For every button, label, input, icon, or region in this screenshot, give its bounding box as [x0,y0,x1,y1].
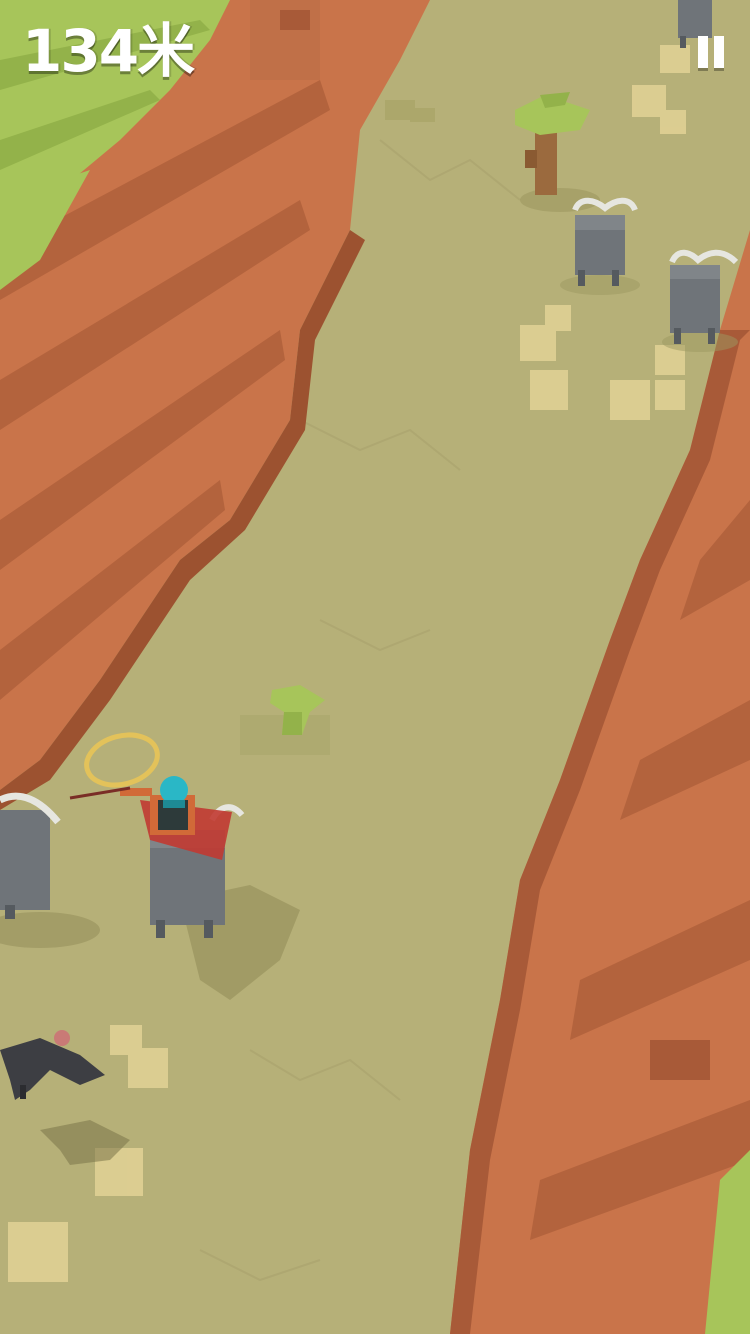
pause-button[interactable] [688,30,734,76]
distance-counter: 134米 [22,17,195,85]
game-viewport[interactable]: 134米 [0,0,750,1334]
pause-icon [698,36,708,68]
game-scene [0,0,750,1334]
pause-icon-bar [714,36,724,68]
